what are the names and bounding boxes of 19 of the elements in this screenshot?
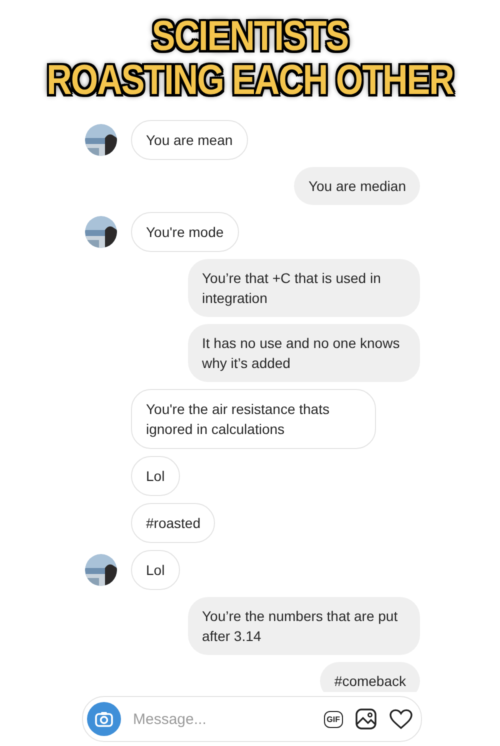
sent-message: #comeback xyxy=(320,662,420,692)
received-message: You're the air resistance thats ignored in calculations xyxy=(131,389,376,449)
received-message: Lol xyxy=(131,456,180,496)
camera-icon xyxy=(95,711,113,727)
heart-icon[interactable] xyxy=(389,708,413,730)
sent-message: You are median xyxy=(294,167,420,205)
image-icon[interactable] xyxy=(355,708,377,730)
message-field[interactable]: Message... xyxy=(133,710,312,728)
received-message: You're mode xyxy=(131,212,239,252)
sent-message: You’re the numbers that are put after 3.14 xyxy=(188,597,420,655)
caption-line: SCIENTISTS xyxy=(152,15,348,59)
caption-line: ROASTING EACH OTHER xyxy=(46,59,454,103)
sent-message: It has no use and no one knows why it’s added xyxy=(188,324,420,382)
camera-button[interactable] xyxy=(87,702,121,736)
received-message: #roasted xyxy=(131,503,216,543)
received-message: You are mean xyxy=(131,120,248,160)
received-message: Lol xyxy=(131,550,180,590)
sent-message: You’re that +C that is used in integration xyxy=(188,259,420,317)
gif-button[interactable]: GIF xyxy=(324,710,343,728)
